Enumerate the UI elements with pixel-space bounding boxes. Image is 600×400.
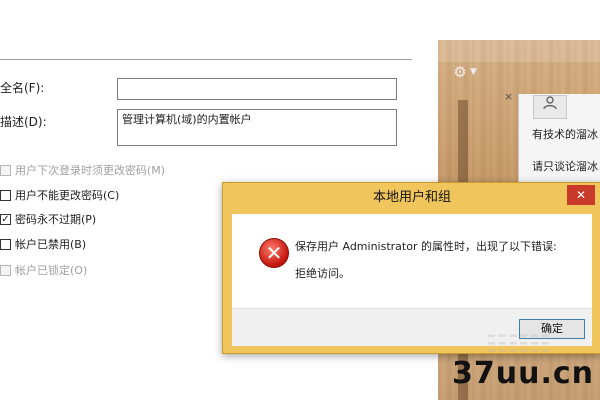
dialog-body: ✕ 保存用户 Administrator 的属性时，出现了以下错误: 拒绝访问。… (232, 214, 592, 346)
checkbox-label: 帐户已锁定(O) (15, 264, 88, 277)
background-window-topbar (438, 40, 600, 62)
description-label: 描述(D): (0, 115, 47, 129)
close-icon[interactable]: ✕ (567, 185, 595, 205)
popup-item[interactable]: 请只谈论溜冰 (532, 158, 598, 174)
checkbox-cannot-change-password[interactable]: 用户不能更改密码(C) (0, 187, 119, 203)
checkbox-box[interactable] (0, 189, 11, 201)
checkbox-box[interactable] (0, 164, 11, 176)
checkbox-box[interactable] (0, 238, 11, 250)
checkbox-account-disabled[interactable]: 帐户已禁用(B) (0, 236, 86, 252)
checkbox-label: 用户下次登录时须更改密码(M) (15, 164, 166, 177)
checkbox-account-locked[interactable]: 帐户已锁定(O) (0, 262, 87, 278)
dialog-title: 本地用户和组 (372, 190, 451, 205)
error-message: 保存用户 Administrator 的属性时，出现了以下错误: (295, 240, 557, 253)
popup-close-icon[interactable]: × (504, 90, 513, 103)
checkbox-must-change-password[interactable]: 用户下次登录时须更改密码(M) (0, 162, 165, 178)
gear-icon[interactable]: ⚙ (452, 64, 468, 80)
full-name-input[interactable] (117, 78, 397, 100)
description-input[interactable]: 管理计算机(域)的内置帐户 (117, 109, 397, 146)
chevron-down-icon[interactable]: ▼ (470, 67, 477, 77)
checkbox-label: 用户不能更改密码(C) (15, 189, 120, 202)
error-detail: 拒绝访问。 (295, 267, 350, 280)
checkbox-label: 帐户已禁用(B) (15, 238, 87, 251)
checkbox-password-never-expires[interactable]: ✓ 密码永不过期(P) (0, 211, 96, 227)
checkbox-box-checked[interactable]: ✓ (0, 213, 11, 225)
person-icon[interactable] (533, 95, 567, 119)
checkbox-box[interactable] (0, 264, 11, 276)
divider (0, 59, 412, 60)
error-dialog: 本地用户和组 ✕ ✕ 保存用户 Administrator 的属性时，出现了以下… (222, 182, 600, 354)
full-name-label: 全名(F): (0, 81, 45, 95)
site-watermark: 37uu.cn (452, 356, 594, 391)
popup-item[interactable]: 有技术的溜冰 (532, 126, 598, 142)
error-icon: ✕ (259, 238, 289, 268)
checkbox-label: 密码永不过期(P) (15, 213, 97, 226)
faint-watermark: ☷☷☷ (486, 330, 551, 358)
person-icon-svg (543, 96, 557, 110)
